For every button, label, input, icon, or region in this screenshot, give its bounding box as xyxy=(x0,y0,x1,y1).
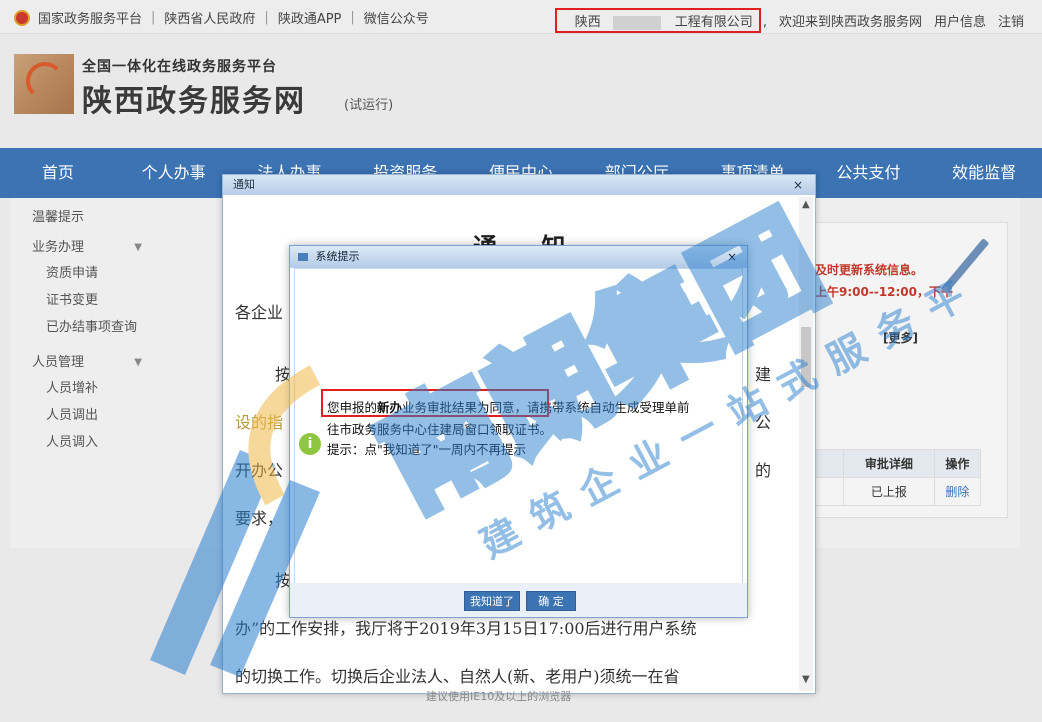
notice-red-line: 及时更新系统信息。 xyxy=(815,263,924,277)
chevron-down-icon: ▼ xyxy=(134,242,142,253)
nav-personal[interactable]: 个人办事 xyxy=(116,148,232,198)
notice-line: 各企业 xyxy=(235,303,284,322)
notice-line: 办”的工作安排，我厅将于2019年3月15日17:00后进行用户系统 xyxy=(235,619,697,638)
sidebar-item-qualification[interactable]: 资质申请 xyxy=(20,260,210,287)
records-table: 审批详细 操作 已上报 删除 xyxy=(815,449,982,506)
notice-line: 建 xyxy=(755,365,772,384)
user-info-link[interactable]: 用户信息 xyxy=(934,11,986,30)
scroll-thumb[interactable] xyxy=(801,327,811,387)
link-wechat[interactable]: 微信公众号 xyxy=(364,8,429,27)
info-icon: i xyxy=(299,433,321,455)
logout-link[interactable]: 注销 xyxy=(998,11,1024,30)
system-dialog-title: 系统提示 xyxy=(315,250,360,263)
reminder-message: 提示：点"我知道了"一周内不再提示 xyxy=(327,442,526,457)
notice-line: 的 xyxy=(755,461,772,480)
notice-red-line: 上午9:00--12:00，下午 xyxy=(815,285,954,299)
scroll-up-icon[interactable]: ▲ xyxy=(802,199,810,210)
sidebar-item-personnel-in[interactable]: 人员调入 xyxy=(20,429,210,456)
site-logo-icon[interactable] xyxy=(14,54,74,114)
system-dialog-footer: 我知道了 确 定 xyxy=(290,583,747,617)
sidebar-item-tips[interactable]: 温馨提示 xyxy=(20,206,210,230)
top-utility-bar: 国家政务服务平台 | 陕西省人民政府 | 陕政通APP | 微信公众号 陕西 工程… xyxy=(0,0,1042,34)
table-cell xyxy=(815,477,844,506)
table-cell-status: 已上报 xyxy=(843,477,935,506)
sidebar-item-completed-query[interactable]: 已办结事项查询 xyxy=(20,314,210,341)
confirm-button[interactable]: 确 定 xyxy=(526,591,576,611)
company-name: 陕西 工程有限公司 xyxy=(554,8,761,33)
pickup-message: 往市政务服务中心住建局窗口领取证书。 xyxy=(327,422,553,437)
table-header-cell xyxy=(815,449,844,478)
redacted-block xyxy=(612,15,661,30)
link-app[interactable]: 陕政通APP xyxy=(278,8,342,27)
table-row: 已上报 删除 xyxy=(815,477,982,506)
user-area: 陕西 工程有限公司 , 欢迎来到陕西政务服务网 用户信息 注销 xyxy=(543,8,1024,33)
sidebar-group-personnel[interactable]: 人员管理 ▼ xyxy=(20,351,210,375)
scroll-down-icon[interactable]: ▼ xyxy=(802,674,810,685)
company-prefix: 陕西 xyxy=(574,15,601,30)
company-suffix: 工程有限公司 xyxy=(674,15,753,30)
trial-label: (试运行) xyxy=(344,98,394,113)
pen-icon xyxy=(940,238,990,294)
table-header-detail: 审批详细 xyxy=(843,449,935,478)
more-link[interactable]: [更多] xyxy=(883,329,918,346)
notice-titlebar: 通知 × xyxy=(223,175,815,195)
sidebar: 温馨提示 业务办理 ▼ 资质申请 证书变更 已办结事项查询 人员管理 ▼ 人员增补 … xyxy=(20,206,210,462)
chevron-down-icon: ▼ xyxy=(134,357,142,368)
sidebar-item-certificate-change[interactable]: 证书变更 xyxy=(20,287,210,314)
site-header: 全国一体化在线政务服务平台 陕西政务服务网 (试运行) xyxy=(0,34,1042,148)
nav-home[interactable]: 首页 xyxy=(0,148,116,198)
right-panel: 及时更新系统信息。 上午9:00--12:00，下午 [更多] 审批详细 操作 … xyxy=(810,222,1008,518)
notice-line: 的切换工作。切换后企业法人、自然人(新、老用户)须统一在省 xyxy=(235,667,680,686)
national-emblem-icon xyxy=(14,9,30,26)
link-provincial-government[interactable]: 陕西省人民政府 xyxy=(164,8,255,27)
system-dialog-body: i 您申报的新办业务审批结果为同意，请携带系统自动生成受理单前 往市政务服务中心… xyxy=(294,268,743,584)
system-prompt-dialog: 系统提示 × i 您申报的新办业务审批结果为同意，请携带系统自动生成受理单前 往… xyxy=(289,245,748,618)
dont-remind-button[interactable]: 我知道了 xyxy=(464,591,520,611)
browser-tip: 建议使用IE10及以上的浏览器 xyxy=(426,690,572,703)
sidebar-item-personnel-out[interactable]: 人员调出 xyxy=(20,402,210,429)
system-dialog-titlebar: 系统提示 × xyxy=(290,246,747,268)
window-icon xyxy=(298,253,308,261)
highlight-box xyxy=(321,389,549,417)
sidebar-group-business[interactable]: 业务办理 ▼ xyxy=(20,236,210,260)
table-header-action: 操作 xyxy=(933,449,982,478)
welcome-text: , 欢迎来到陕西政务服务网 xyxy=(762,15,922,30)
notice-window-title: 通知 xyxy=(233,178,255,191)
separator: | xyxy=(151,10,156,25)
top-links: 国家政务服务平台 | 陕西省人民政府 | 陕政通APP | 微信公众号 xyxy=(14,8,429,27)
notice-line: 开办公 xyxy=(235,461,284,480)
notice-line: 设的指 xyxy=(235,413,284,432)
delete-link[interactable]: 删除 xyxy=(933,477,982,506)
notice-line: 要求， xyxy=(235,509,284,528)
separator: | xyxy=(264,10,269,25)
nav-payment[interactable]: 公共支付 xyxy=(810,148,926,198)
close-icon[interactable]: × xyxy=(727,246,737,268)
site-title[interactable]: 陕西政务服务网 xyxy=(82,76,306,120)
notice-line: 公 xyxy=(755,413,772,432)
close-icon[interactable]: × xyxy=(793,175,803,195)
sidebar-item-personnel-add[interactable]: 人员增补 xyxy=(20,375,210,402)
separator: | xyxy=(350,10,355,25)
nav-supervision[interactable]: 效能监督 xyxy=(926,148,1042,198)
notice-scrollbar[interactable]: ▲ ▼ xyxy=(799,197,813,691)
site-subtitle: 全国一体化在线政务服务平台 xyxy=(82,59,277,75)
table-header-row: 审批详细 操作 xyxy=(815,449,982,478)
link-national-platform[interactable]: 国家政务服务平台 xyxy=(38,8,142,27)
